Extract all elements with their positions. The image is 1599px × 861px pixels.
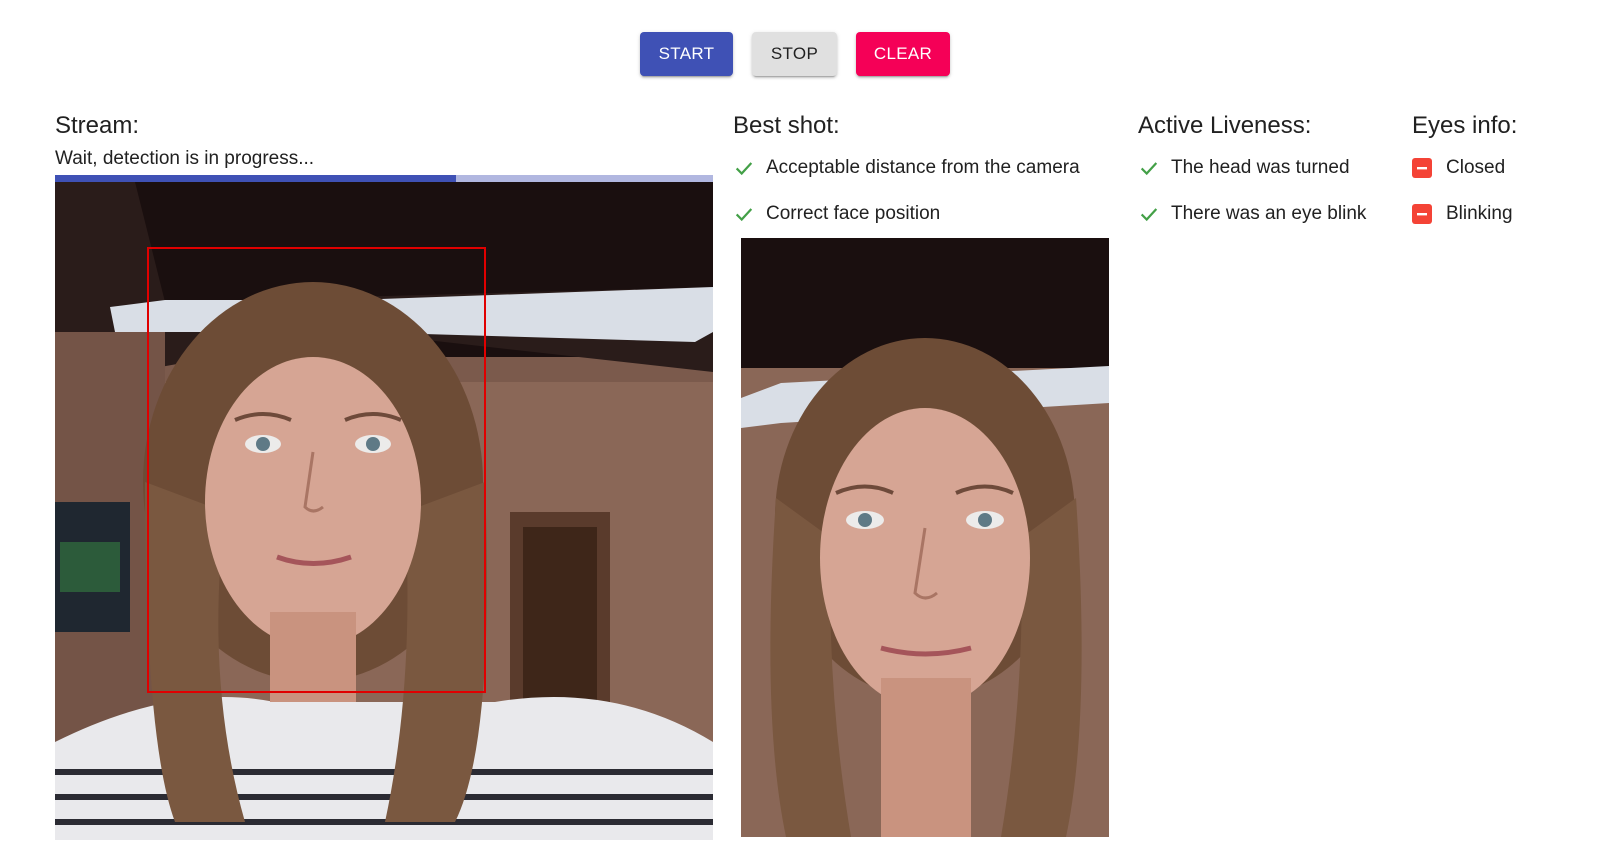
eyes-info-title: Eyes info: <box>1412 112 1518 139</box>
detection-progress <box>55 175 713 182</box>
best-shot-title: Best shot: <box>733 112 840 139</box>
clear-button[interactable]: CLEAR <box>856 32 950 76</box>
detection-status: Wait, detection is in progress... <box>55 148 315 169</box>
minus-box-icon <box>1412 158 1432 178</box>
liveness-title: Active Liveness: <box>1138 112 1312 139</box>
detection-progress-bar <box>55 175 457 182</box>
check-distance-label: Acceptable distance from the camera <box>766 157 1080 178</box>
eyes-closed-label: Closed <box>1446 157 1506 178</box>
stop-button[interactable]: STOP <box>752 32 837 76</box>
eyes-closed-item: Closed <box>1412 157 1505 179</box>
eyes-blinking-label: Blinking <box>1446 203 1513 224</box>
stream-title: Stream: <box>55 112 140 139</box>
check-icon <box>735 162 753 176</box>
camera-stream <box>55 182 713 840</box>
check-icon <box>735 208 753 222</box>
check-face-position-label: Correct face position <box>766 203 941 224</box>
check-eye-blink-label: There was an eye blink <box>1171 203 1367 224</box>
face-detection-box <box>147 247 486 693</box>
check-icon <box>1140 208 1158 222</box>
eyes-blinking-item: Blinking <box>1412 203 1513 225</box>
check-head-turned-label: The head was turned <box>1171 157 1350 178</box>
check-eye-blink: There was an eye blink <box>1138 203 1366 225</box>
check-face-position: Correct face position <box>733 203 940 225</box>
check-icon <box>1140 162 1158 176</box>
check-distance: Acceptable distance from the camera <box>733 157 1080 179</box>
best-shot-frame <box>741 238 1109 837</box>
best-shot-image <box>741 238 1109 837</box>
minus-box-icon <box>1412 204 1432 224</box>
check-head-turned: The head was turned <box>1138 157 1350 179</box>
start-button[interactable]: START <box>640 32 733 76</box>
